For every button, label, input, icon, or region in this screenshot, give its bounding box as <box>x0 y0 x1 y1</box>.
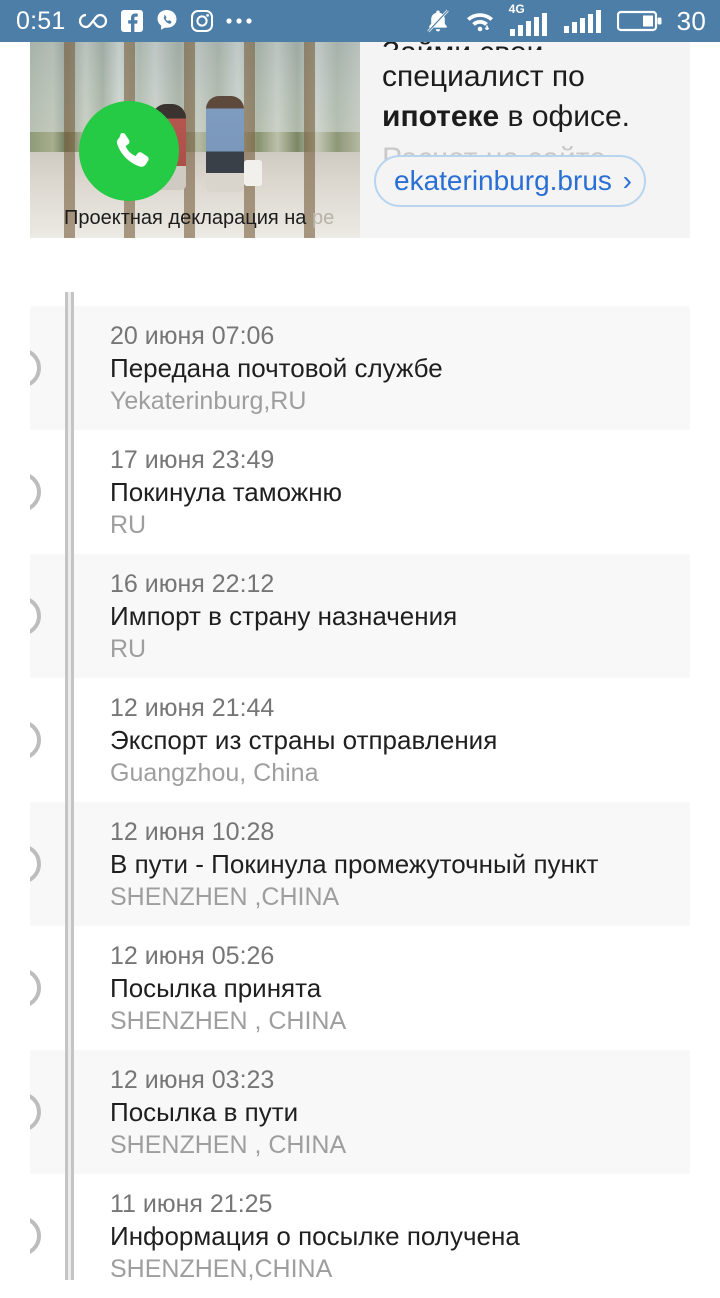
event-status: Информация о посылке получена <box>110 1221 520 1251</box>
event-date: 12 июня 03:23 <box>110 1066 275 1094</box>
event-date: 17 июня 23:49 <box>110 446 275 474</box>
status-bar-left: 0:51 <box>0 6 253 35</box>
event-status: Покинула таможню <box>110 477 343 507</box>
event-date: 12 июня 05:26 <box>110 942 275 970</box>
status-bar: 0:51 4G 30 <box>0 0 720 42</box>
ad-disclaimer-fade: ре <box>311 207 335 229</box>
event-status: Передана почтовой службе <box>110 353 443 383</box>
timeline-dot-icon <box>30 1092 41 1132</box>
timeline-dot-icon <box>30 844 41 884</box>
event-status: Импорт в страну назначения <box>110 601 458 631</box>
viber-icon <box>157 10 177 30</box>
event-location: Yekaterinburg,RU <box>110 387 307 416</box>
network-type-label: 4G <box>508 2 525 16</box>
event-location: SHENZHEN , CHINA <box>110 1131 347 1160</box>
ad-image[interactable]: Проектная декларация на ре <box>30 42 360 238</box>
wifi-icon <box>466 13 493 32</box>
phone-icon <box>116 133 149 167</box>
ad-call-button[interactable] <box>79 101 179 201</box>
ad-headline-line1: специалист по <box>382 60 585 93</box>
ad-banner[interactable]: Проектная декларация на ре Займи свои сп… <box>30 42 690 238</box>
timeline-dot-icon <box>30 472 41 512</box>
event-date: 12 июня 21:44 <box>110 694 275 722</box>
ad-link-label: ekaterinburg.brus <box>394 165 612 196</box>
timeline-event-row[interactable]: 12 июня 05:26 Посылка принята SHENZHEN ,… <box>30 926 690 1050</box>
timeline-rail <box>63 292 77 1280</box>
ad-disclaimer: Проектная декларация на ре <box>30 207 360 230</box>
infinity-icon <box>79 13 108 29</box>
event-date: 12 июня 10:28 <box>110 818 275 846</box>
timeline-dot-icon <box>30 596 41 636</box>
ad-photo-bag <box>244 160 262 186</box>
battery-icon <box>616 10 662 32</box>
event-status: В пути - Покинула промежуточный пункт <box>110 849 599 879</box>
ad-photo-person-b <box>206 96 244 192</box>
timeline-dot-icon <box>30 348 41 388</box>
timeline-dot-icon <box>30 720 41 760</box>
facebook-icon <box>121 10 144 32</box>
signal-sim1-icon: 4G <box>508 2 549 37</box>
timeline-event-row[interactable]: 16 июня 22:12 Импорт в страну назначения… <box>30 554 690 678</box>
event-location: Guangzhou, China <box>110 759 319 788</box>
timeline-event-row[interactable]: 12 июня 10:28 В пути - Покинула промежут… <box>30 802 690 926</box>
timeline-event-row[interactable]: 12 июня 03:23 Посылка в пути SHENZHEN , … <box>30 1050 690 1174</box>
timeline-dot-icon <box>30 968 41 1008</box>
chevron-right-icon: › <box>622 165 632 196</box>
status-clock: 0:51 <box>16 6 66 35</box>
event-location: SHENZHEN , CHINA <box>110 1007 347 1036</box>
ad-disclaimer-text: Проектная декларация на <box>64 207 312 229</box>
tracking-timeline: 20 июня 07:06 Передана почтовой службе Y… <box>30 306 690 1298</box>
mute-bell-icon <box>426 9 449 33</box>
signal-sim2-icon <box>563 10 601 33</box>
timeline-dot-icon <box>30 1216 41 1256</box>
timeline-event-row[interactable]: 12 июня 21:44 Экспорт из страны отправле… <box>30 678 690 802</box>
event-location: RU <box>110 511 147 540</box>
timeline-event-row[interactable]: 20 июня 07:06 Передана почтовой службе Y… <box>30 306 690 430</box>
event-status: Экспорт из страны отправления <box>110 725 498 755</box>
event-location: RU <box>110 635 147 664</box>
more-icon <box>226 18 253 24</box>
event-date: 16 июня 22:12 <box>110 570 275 598</box>
ad-headline-rest: в офисе. <box>499 100 630 133</box>
timeline-event-row[interactable]: 17 июня 23:49 Покинула таможню RU <box>30 430 690 554</box>
battery-percent-label: 30 <box>676 6 706 36</box>
ad-text-panel[interactable]: Займи свои специалист по ипотеке в офисе… <box>360 42 690 238</box>
status-bar-right: 4G 30 <box>425 2 720 37</box>
timeline-event-row[interactable]: 11 июня 21:25 Информация о посылке получ… <box>30 1174 690 1298</box>
event-location: SHENZHEN ,CHINA <box>110 883 340 912</box>
event-location: SHENZHEN,CHINA <box>110 1255 333 1284</box>
event-status: Посылка принята <box>110 973 322 1003</box>
event-status: Посылка в пути <box>110 1097 299 1127</box>
ad-headline-line2: ипотеке в офисе. <box>382 100 630 134</box>
instagram-icon <box>191 10 214 32</box>
event-date: 20 июня 07:06 <box>110 322 275 350</box>
ad-link-button[interactable]: ekaterinburg.brus › <box>374 155 646 207</box>
ad-headline-cut: Займи свои <box>382 42 543 50</box>
ad-headline-bold: ипотеке <box>382 100 500 133</box>
event-date: 11 июня 21:25 <box>110 1190 273 1218</box>
